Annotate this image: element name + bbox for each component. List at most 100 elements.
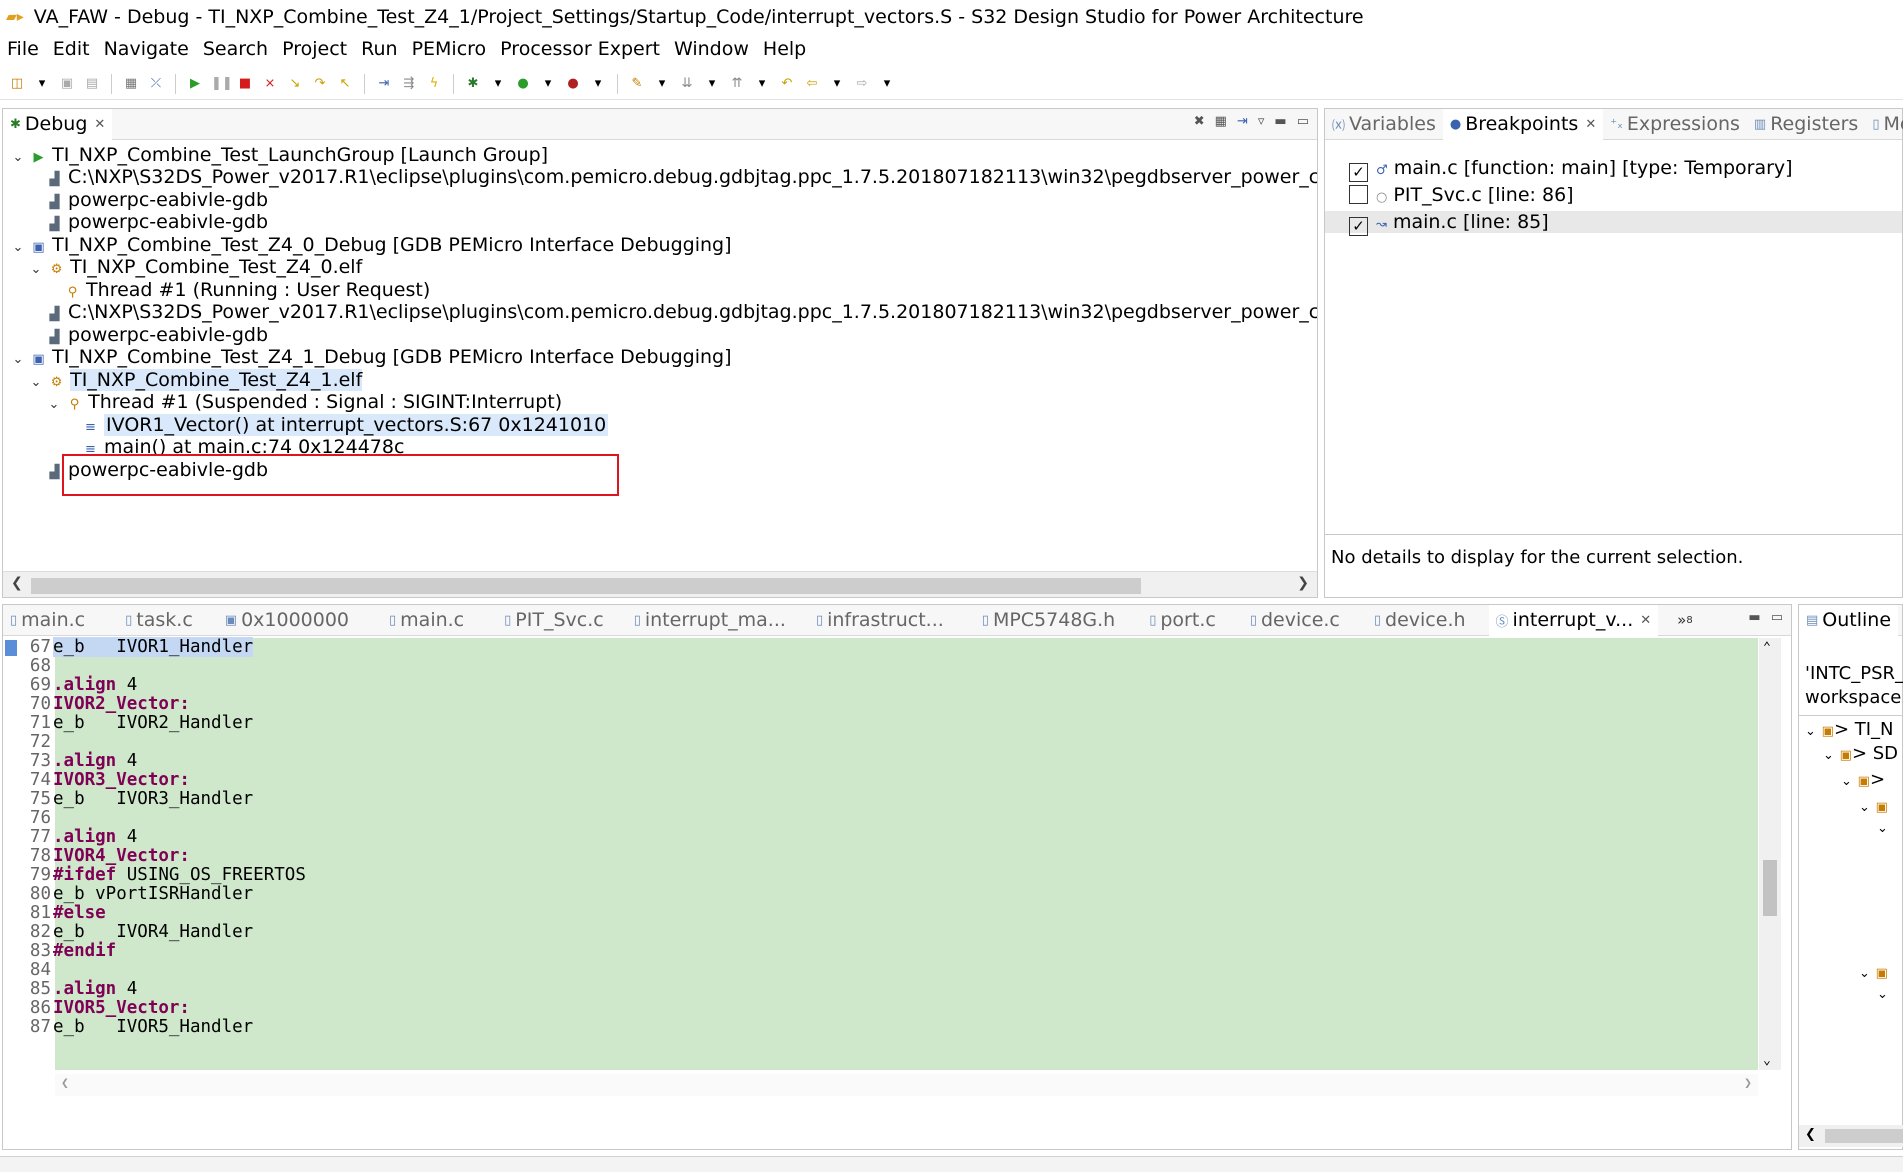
menu-run[interactable]: Run — [361, 38, 397, 60]
chevron-left-icon[interactable]: ❮ — [1805, 1127, 1816, 1142]
debug-horizontal-scrollbar[interactable]: ❮ ❯ — [3, 571, 1317, 597]
tree-row[interactable]: ⌄ ⚙ TI_NXP_Combine_Test_Z4_0.elf — [29, 256, 363, 281]
chevron-down-icon[interactable]: ⌄ — [47, 394, 61, 416]
maximize-icon[interactable]: ▭ — [1771, 610, 1783, 625]
editor-horizontal-scrollbar[interactable]: ❮ ❯ — [55, 1074, 1758, 1096]
tree-row[interactable]: ⌄ ▶ TI_NXP_Combine_Test_LaunchGroup [Lau… — [11, 144, 549, 166]
chevron-down-icon[interactable]: ⌄ — [1877, 821, 1888, 836]
breakpoint-checkbox[interactable]: ✓ — [1349, 217, 1368, 236]
dropdown-icon[interactable]: ▾ — [828, 75, 846, 93]
resume-icon[interactable]: ▶ — [186, 75, 204, 93]
tab-registers[interactable]: ▥ Registers — [1747, 109, 1865, 140]
chevron-down-icon[interactable]: ⌄ — [29, 259, 43, 281]
dropdown-icon[interactable]: ▾ — [589, 75, 607, 93]
tree-row[interactable]: ⚲ Thread #1 (Running : User Request) — [65, 279, 431, 301]
menu-help[interactable]: Help — [763, 38, 806, 60]
menu-file[interactable]: File — [7, 38, 39, 60]
external-tools-icon[interactable]: ● — [564, 75, 582, 93]
remove-terminated-icon[interactable]: ✖ — [1194, 114, 1205, 129]
tab-memory[interactable]: ▯Memo — [1865, 109, 1903, 140]
tab-interrupt-manager[interactable]: ▯ interrupt_ma... — [627, 605, 793, 636]
chevron-down-icon[interactable]: ⌄ — [1763, 1053, 1771, 1068]
chevron-down-icon[interactable]: ⌄ — [11, 237, 25, 259]
code-line[interactable]: 77 .align 4 — [3, 828, 137, 847]
code-editor[interactable]: 67 e_b IVOR1_Handler 68 69 .align 4 70 IVOR… — [3, 637, 1791, 1149]
tree-row-selected-frame[interactable]: ≡ IVOR1_Vector() at interrupt_vectors.S:… — [83, 414, 609, 436]
menu-edit[interactable]: Edit — [53, 38, 90, 60]
instruction-step-icon[interactable]: ⇥ — [375, 75, 393, 93]
menu-pemicro[interactable]: PEMicro — [412, 38, 487, 60]
scrollbar-thumb[interactable] — [1763, 860, 1777, 916]
run-icon[interactable]: ● — [514, 75, 532, 93]
tab-outline[interactable]: ▤ Outline — [1799, 604, 1899, 636]
code-line[interactable]: 76 — [3, 809, 53, 828]
code-line[interactable]: 84 — [3, 961, 53, 980]
tab-task-c[interactable]: ▯ task.c — [118, 605, 200, 636]
tab-interrupt-vectors[interactable]: Ⓢinterrupt_v... ✕ — [1488, 604, 1659, 636]
code-line[interactable]: 73 .align 4 — [3, 752, 137, 771]
save-icon[interactable]: ▣ — [58, 75, 76, 93]
step-return-icon[interactable]: ↖ — [336, 75, 354, 93]
more-tabs-button[interactable]: » 8 — [1670, 605, 1700, 636]
step-into-icon[interactable]: ↘ — [286, 75, 304, 93]
dropdown-icon[interactable]: ▾ — [33, 75, 51, 93]
forward-icon[interactable]: ⇨ — [853, 75, 871, 93]
code-line[interactable]: 82 e_b IVOR4_Handler — [3, 923, 253, 942]
code-line[interactable]: 72 — [3, 733, 53, 752]
outline-item[interactable]: ⌄ ▣ — [1859, 795, 1888, 816]
next-annotation-icon[interactable]: ⇊ — [678, 75, 696, 93]
build-icon[interactable]: ▦ — [122, 75, 140, 93]
tree-row[interactable]: ▟ powerpc-eabivle-gdb — [47, 189, 269, 211]
tree-row[interactable]: ▟ C:\NXP\S32DS_Power_v2017.R1\eclipse\pl… — [47, 166, 1318, 188]
chevron-left-icon[interactable]: ❮ — [11, 575, 23, 591]
step-mode-icon[interactable]: ⇥ — [1237, 114, 1248, 129]
disconnect-icon[interactable]: ⨯ — [261, 75, 279, 93]
dropdown-icon[interactable]: ▾ — [653, 75, 671, 93]
chevron-right-icon[interactable]: ❯ — [1744, 1076, 1752, 1091]
chevron-down-icon[interactable]: ⌄ — [11, 349, 25, 371]
breakpoint-checkbox[interactable] — [1349, 185, 1368, 204]
minimize-icon[interactable]: ▬ — [1274, 114, 1286, 129]
dropdown-icon[interactable]: ▾ — [878, 75, 896, 93]
last-edit-icon[interactable]: ↶ — [778, 75, 796, 93]
tab-expressions[interactable]: ⁺ₓ Expressions — [1603, 109, 1747, 140]
chevron-down-icon[interactable]: ⌄ — [1877, 987, 1888, 1002]
tab-main-c[interactable]: ▯ main.c — [3, 605, 92, 636]
code-line[interactable]: 69 .align 4 — [3, 676, 137, 695]
wand-icon[interactable]: ✎ — [628, 75, 646, 93]
tree-row[interactable]: ▟ powerpc-eabivle-gdb — [47, 324, 269, 346]
step-over-icon[interactable]: ↷ — [311, 75, 329, 93]
editor-vertical-scrollbar[interactable]: ⌃ ⌄ — [1759, 638, 1781, 1070]
outline-item[interactable]: ⌄ ▣> — [1841, 769, 1885, 790]
tree-row[interactable]: ⌄ ⚲ Thread #1 (Suspended : Signal : SIGI… — [47, 391, 563, 416]
tab-mpc5748g-h[interactable]: ▯ MPC5748G.h — [975, 605, 1122, 636]
dropdown-icon[interactable]: ▾ — [753, 75, 771, 93]
code-line[interactable]: 71 e_b IVOR2_Handler — [3, 714, 253, 733]
outline-item[interactable]: ⌄ ▣> SD — [1823, 743, 1898, 764]
code-line[interactable]: 78 IVOR4_Vector: — [3, 847, 190, 866]
tab-pit-svc-c[interactable]: ▯ PIT_Svc.c — [497, 605, 611, 636]
scrollbar-thumb[interactable] — [1825, 1129, 1903, 1143]
drop-frame-icon[interactable]: ⇶ — [400, 75, 418, 93]
code-line[interactable]: 68 — [3, 657, 53, 676]
skip-breakpoints-icon[interactable]: ⤫ — [147, 75, 165, 93]
tab-debug[interactable]: ✱ Debug ✕ — [3, 108, 113, 140]
tree-row[interactable]: ⌄ ▣ TI_NXP_Combine_Test_Z4_1_Debug [GDB … — [11, 346, 732, 368]
chevron-left-icon[interactable]: ❮ — [61, 1076, 69, 1091]
code-line[interactable]: 85 .align 4 — [3, 980, 137, 999]
close-icon[interactable]: ✕ — [1640, 613, 1651, 628]
outline-horizontal-scrollbar[interactable]: ❮ — [1799, 1125, 1903, 1147]
dropdown-icon[interactable]: ▾ — [539, 75, 557, 93]
prev-annotation-icon[interactable]: ⇈ — [728, 75, 746, 93]
menu-window[interactable]: Window — [674, 38, 749, 60]
code-line[interactable]: 74 IVOR3_Vector: — [3, 771, 190, 790]
close-icon[interactable]: ✕ — [94, 117, 105, 132]
tab-infrastructure[interactable]: ▯ infrastruct... — [809, 605, 951, 636]
scrollbar-thumb[interactable] — [31, 578, 1141, 594]
save-all-icon[interactable]: ▤ — [83, 75, 101, 93]
terminate-icon[interactable]: ■ — [236, 75, 254, 93]
new-icon[interactable]: ◫ — [8, 75, 26, 93]
code-line[interactable]: 67 e_b IVOR1_Handler — [3, 637, 254, 657]
code-line[interactable]: 79 #ifdef USING_OS_FREERTOS — [3, 866, 306, 885]
lightning-icon[interactable]: ϟ — [425, 75, 443, 93]
